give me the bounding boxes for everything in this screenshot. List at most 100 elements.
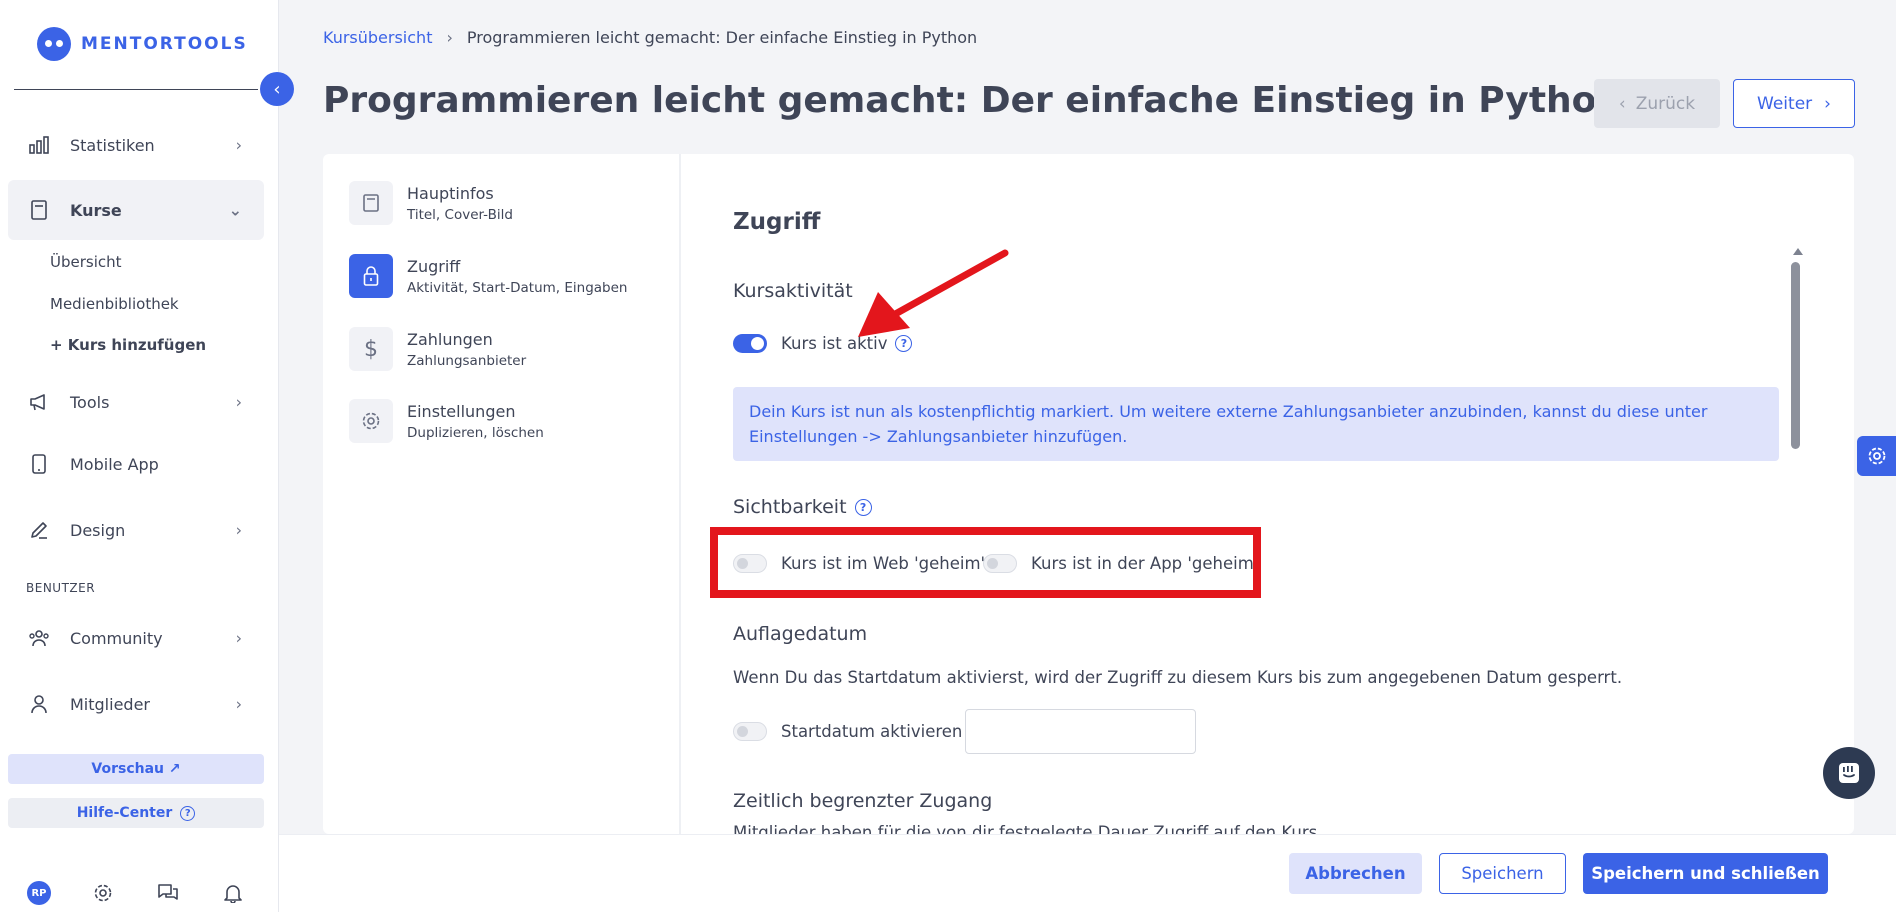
save-and-close-button[interactable]: Speichern und schließen bbox=[1583, 853, 1828, 894]
chevron-right-icon: › bbox=[235, 520, 242, 540]
course-activity-heading: Kursaktivität bbox=[733, 280, 853, 302]
breadcrumb-current: Programmieren leicht gemacht: Der einfac… bbox=[466, 28, 978, 47]
lock-icon bbox=[349, 254, 393, 298]
support-chat-button[interactable] bbox=[1823, 747, 1875, 799]
sidebar-item-design[interactable]: Design › bbox=[8, 500, 264, 560]
step-title: Zugriff bbox=[407, 256, 461, 276]
annotation-arrow-icon bbox=[858, 249, 1009, 337]
sidebar-item-label: Mitglieder bbox=[70, 694, 150, 714]
step-hauptinfos[interactable]: Hauptinfos Titel, Cover-Bild bbox=[349, 178, 669, 228]
step-title: Hauptinfos bbox=[407, 183, 494, 203]
start-date-label: Startdatum aktivieren bbox=[781, 722, 963, 741]
book-icon bbox=[28, 199, 50, 221]
next-label: Weiter bbox=[1757, 93, 1813, 114]
sidebar-item-label: Design bbox=[70, 520, 126, 540]
sidebar-item-mobile-app[interactable]: Mobile App bbox=[8, 434, 264, 494]
limited-access-heading: Zeitlich begrenzter Zugang bbox=[733, 790, 993, 812]
brand-name: MENTORTOOLS bbox=[81, 34, 248, 54]
smartphone-icon bbox=[28, 453, 50, 475]
step-zahlungen[interactable]: $ Zahlungen Zahlungsanbieter bbox=[349, 324, 669, 374]
sidebar-item-kurse[interactable]: Kurse ⌄ bbox=[8, 180, 264, 240]
cancel-button[interactable]: Abbrechen bbox=[1289, 853, 1422, 894]
mentortools-logo-icon bbox=[37, 27, 71, 61]
chevron-left-icon: ‹ bbox=[1618, 93, 1626, 114]
gear-icon[interactable] bbox=[91, 881, 115, 905]
chevron-down-icon: ⌄ bbox=[228, 200, 242, 220]
question-circle-icon: ? bbox=[180, 805, 196, 821]
visibility-heading-label: Sichtbarkeit bbox=[733, 496, 847, 518]
megaphone-icon bbox=[28, 391, 50, 413]
start-date-input[interactable] bbox=[965, 709, 1196, 754]
sidebar-item-label: Kurse bbox=[70, 200, 122, 220]
chevron-right-icon: › bbox=[235, 694, 242, 714]
sidebar: MENTORTOOLS Statistiken › Kurse ⌄ Übersi… bbox=[0, 0, 279, 912]
annotation-highlight-box bbox=[710, 527, 1261, 598]
chevron-right-icon: › bbox=[446, 28, 453, 47]
sidebar-item-label: Tools bbox=[70, 392, 110, 412]
bar-chart-icon bbox=[28, 134, 50, 156]
start-date-row: Startdatum aktivieren bbox=[733, 722, 962, 741]
step-zugriff[interactable]: Zugriff Aktivität, Start-Datum, Eingaben bbox=[349, 251, 669, 301]
sidebar-item-label: Community bbox=[70, 628, 163, 648]
chevron-right-icon: › bbox=[235, 392, 242, 412]
chevron-left-icon: ‹ bbox=[273, 78, 281, 100]
bell-icon[interactable] bbox=[221, 881, 245, 905]
sidebar-item-label: Mobile App bbox=[70, 454, 159, 474]
section-title: Zugriff bbox=[733, 209, 821, 235]
step-subtitle: Duplizieren, löschen bbox=[407, 424, 544, 441]
breadcrumb-root-link[interactable]: Kursübersicht bbox=[323, 28, 432, 47]
question-circle-icon[interactable]: ? bbox=[854, 498, 872, 516]
sidebar-item-tools[interactable]: Tools › bbox=[8, 372, 264, 432]
payment-info-alert: Dein Kurs ist nun als kostenpflichtig ma… bbox=[733, 387, 1779, 461]
form-footer: Abbrechen Speichern Speichern und schlie… bbox=[279, 834, 1896, 912]
gear-icon bbox=[1868, 447, 1885, 465]
chevron-right-icon: › bbox=[235, 135, 242, 155]
limited-access-description: Mitglieder haben für die von dir festgel… bbox=[733, 823, 1323, 834]
step-title: Zahlungen bbox=[407, 329, 493, 349]
step-title: Einstellungen bbox=[407, 401, 516, 421]
release-date-heading: Auflagedatum bbox=[733, 623, 868, 645]
sidebar-item-community[interactable]: Community › bbox=[8, 608, 264, 668]
sidebar-item-statistiken[interactable]: Statistiken › bbox=[8, 115, 264, 175]
breadcrumb: Kursübersicht › Programmieren leicht gem… bbox=[323, 28, 977, 47]
settings-side-tab[interactable] bbox=[1857, 436, 1896, 476]
course-active-toggle[interactable] bbox=[733, 334, 767, 353]
avatar[interactable]: RP bbox=[27, 881, 51, 905]
visibility-heading: Sichtbarkeit ? bbox=[733, 496, 872, 518]
step-subtitle: Titel, Cover-Bild bbox=[407, 206, 513, 223]
user-icon bbox=[28, 693, 50, 715]
dollar-icon: $ bbox=[349, 327, 393, 371]
preview-button[interactable]: Vorschau ↗ bbox=[8, 754, 264, 784]
sidebar-item-mitglieder[interactable]: Mitglieder › bbox=[8, 674, 264, 734]
release-date-description: Wenn Du das Startdatum aktivierst, wird … bbox=[733, 668, 1623, 687]
step-subtitle: Aktivität, Start-Datum, Eingaben bbox=[407, 279, 628, 296]
brand-logo[interactable]: MENTORTOOLS bbox=[37, 27, 248, 61]
sidebar-bottom-bar: RP bbox=[0, 875, 279, 911]
sidebar-subitem-medienbibliothek[interactable]: Medienbibliothek bbox=[50, 295, 179, 313]
course-editor-card: Hauptinfos Titel, Cover-Bild Zugriff Akt… bbox=[323, 154, 1854, 834]
step-einstellungen[interactable]: Einstellungen Duplizieren, löschen bbox=[349, 396, 669, 446]
scroll-up-arrow-icon[interactable] bbox=[1793, 248, 1803, 255]
scrollbar-thumb[interactable] bbox=[1791, 262, 1800, 449]
people-group-icon bbox=[28, 627, 50, 649]
save-button[interactable]: Speichern bbox=[1439, 853, 1566, 894]
help-center-button[interactable]: Hilfe-Center ? bbox=[8, 798, 264, 828]
page-title: Programmieren leicht gemacht: Der einfac… bbox=[323, 80, 1623, 121]
start-date-toggle[interactable] bbox=[733, 722, 767, 741]
chat-icon[interactable] bbox=[156, 881, 180, 905]
chevron-right-icon: › bbox=[1824, 93, 1831, 114]
sidebar-subitem-kurs-hinzufuegen[interactable]: + Kurs hinzufügen bbox=[50, 336, 206, 354]
card-divider bbox=[679, 154, 681, 834]
chat-bubble-icon bbox=[1839, 763, 1859, 783]
book-icon bbox=[349, 181, 393, 225]
sidebar-divider bbox=[14, 89, 258, 90]
back-button[interactable]: ‹ Zurück bbox=[1594, 79, 1720, 128]
step-subtitle: Zahlungsanbieter bbox=[407, 352, 527, 369]
collapse-sidebar-button[interactable]: ‹ bbox=[260, 72, 294, 106]
sidebar-subitem-uebersicht[interactable]: Übersicht bbox=[50, 253, 122, 271]
back-label: Zurück bbox=[1635, 93, 1696, 114]
pencil-icon bbox=[28, 519, 50, 541]
next-button[interactable]: Weiter › bbox=[1733, 79, 1855, 128]
chevron-right-icon: › bbox=[235, 628, 242, 648]
sidebar-item-label: Statistiken bbox=[70, 135, 155, 155]
